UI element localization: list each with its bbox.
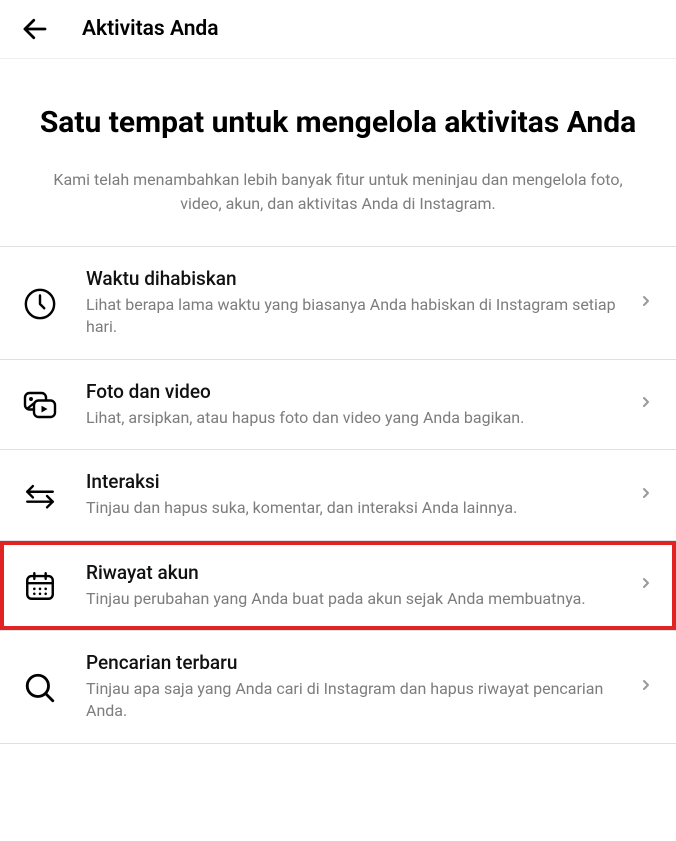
page-title: Aktivitas Anda xyxy=(82,17,219,41)
chevron-right-icon xyxy=(638,575,654,595)
item-title: Foto dan video xyxy=(86,380,626,403)
arrows-icon xyxy=(22,478,58,514)
item-desc: Tinjau dan hapus suka, komentar, dan int… xyxy=(86,497,626,519)
item-interactions[interactable]: Interaksi Tinjau dan hapus suka, komenta… xyxy=(0,450,676,540)
item-desc: Lihat berapa lama waktu yang biasanya An… xyxy=(86,294,626,339)
chevron-right-icon xyxy=(638,394,654,414)
item-desc: Tinjau apa saja yang Anda cari di Instag… xyxy=(86,678,626,723)
item-body: Riwayat akun Tinjau perubahan yang Anda … xyxy=(86,561,638,610)
back-button[interactable] xyxy=(20,14,50,44)
item-account-history[interactable]: Riwayat akun Tinjau perubahan yang Anda … xyxy=(0,541,676,631)
item-title: Riwayat akun xyxy=(86,561,626,584)
item-body: Pencarian terbaru Tinjau apa saja yang A… xyxy=(86,651,638,723)
arrow-left-icon xyxy=(20,14,50,44)
item-body: Waktu dihabiskan Lihat berapa lama waktu… xyxy=(86,267,638,339)
item-desc: Lihat, arsipkan, atau hapus foto dan vid… xyxy=(86,407,626,429)
item-desc: Tinjau perubahan yang Anda buat pada aku… xyxy=(86,588,626,610)
item-title: Pencarian terbaru xyxy=(86,651,626,674)
item-body: Interaksi Tinjau dan hapus suka, komenta… xyxy=(86,470,638,519)
clock-icon xyxy=(22,286,58,322)
media-icon xyxy=(22,387,58,423)
item-time-spent[interactable]: Waktu dihabiskan Lihat berapa lama waktu… xyxy=(0,247,676,360)
calendar-icon xyxy=(22,568,58,604)
item-body: Foto dan video Lihat, arsipkan, atau hap… xyxy=(86,380,638,429)
intro-desc: Kami telah menambahkan lebih banyak fitu… xyxy=(28,168,648,216)
item-recent-searches[interactable]: Pencarian terbaru Tinjau apa saja yang A… xyxy=(0,631,676,744)
item-title: Waktu dihabiskan xyxy=(86,267,626,290)
item-title: Interaksi xyxy=(86,470,626,493)
item-photos-videos[interactable]: Foto dan video Lihat, arsipkan, atau hap… xyxy=(0,360,676,450)
intro-title: Satu tempat untuk mengelola aktivitas An… xyxy=(28,103,648,142)
intro-section: Satu tempat untuk mengelola aktivitas An… xyxy=(0,59,676,246)
search-icon xyxy=(22,670,58,706)
chevron-right-icon xyxy=(638,677,654,697)
chevron-right-icon xyxy=(638,293,654,313)
activity-list: Waktu dihabiskan Lihat berapa lama waktu… xyxy=(0,246,676,744)
header: Aktivitas Anda xyxy=(0,0,676,59)
chevron-right-icon xyxy=(638,485,654,505)
